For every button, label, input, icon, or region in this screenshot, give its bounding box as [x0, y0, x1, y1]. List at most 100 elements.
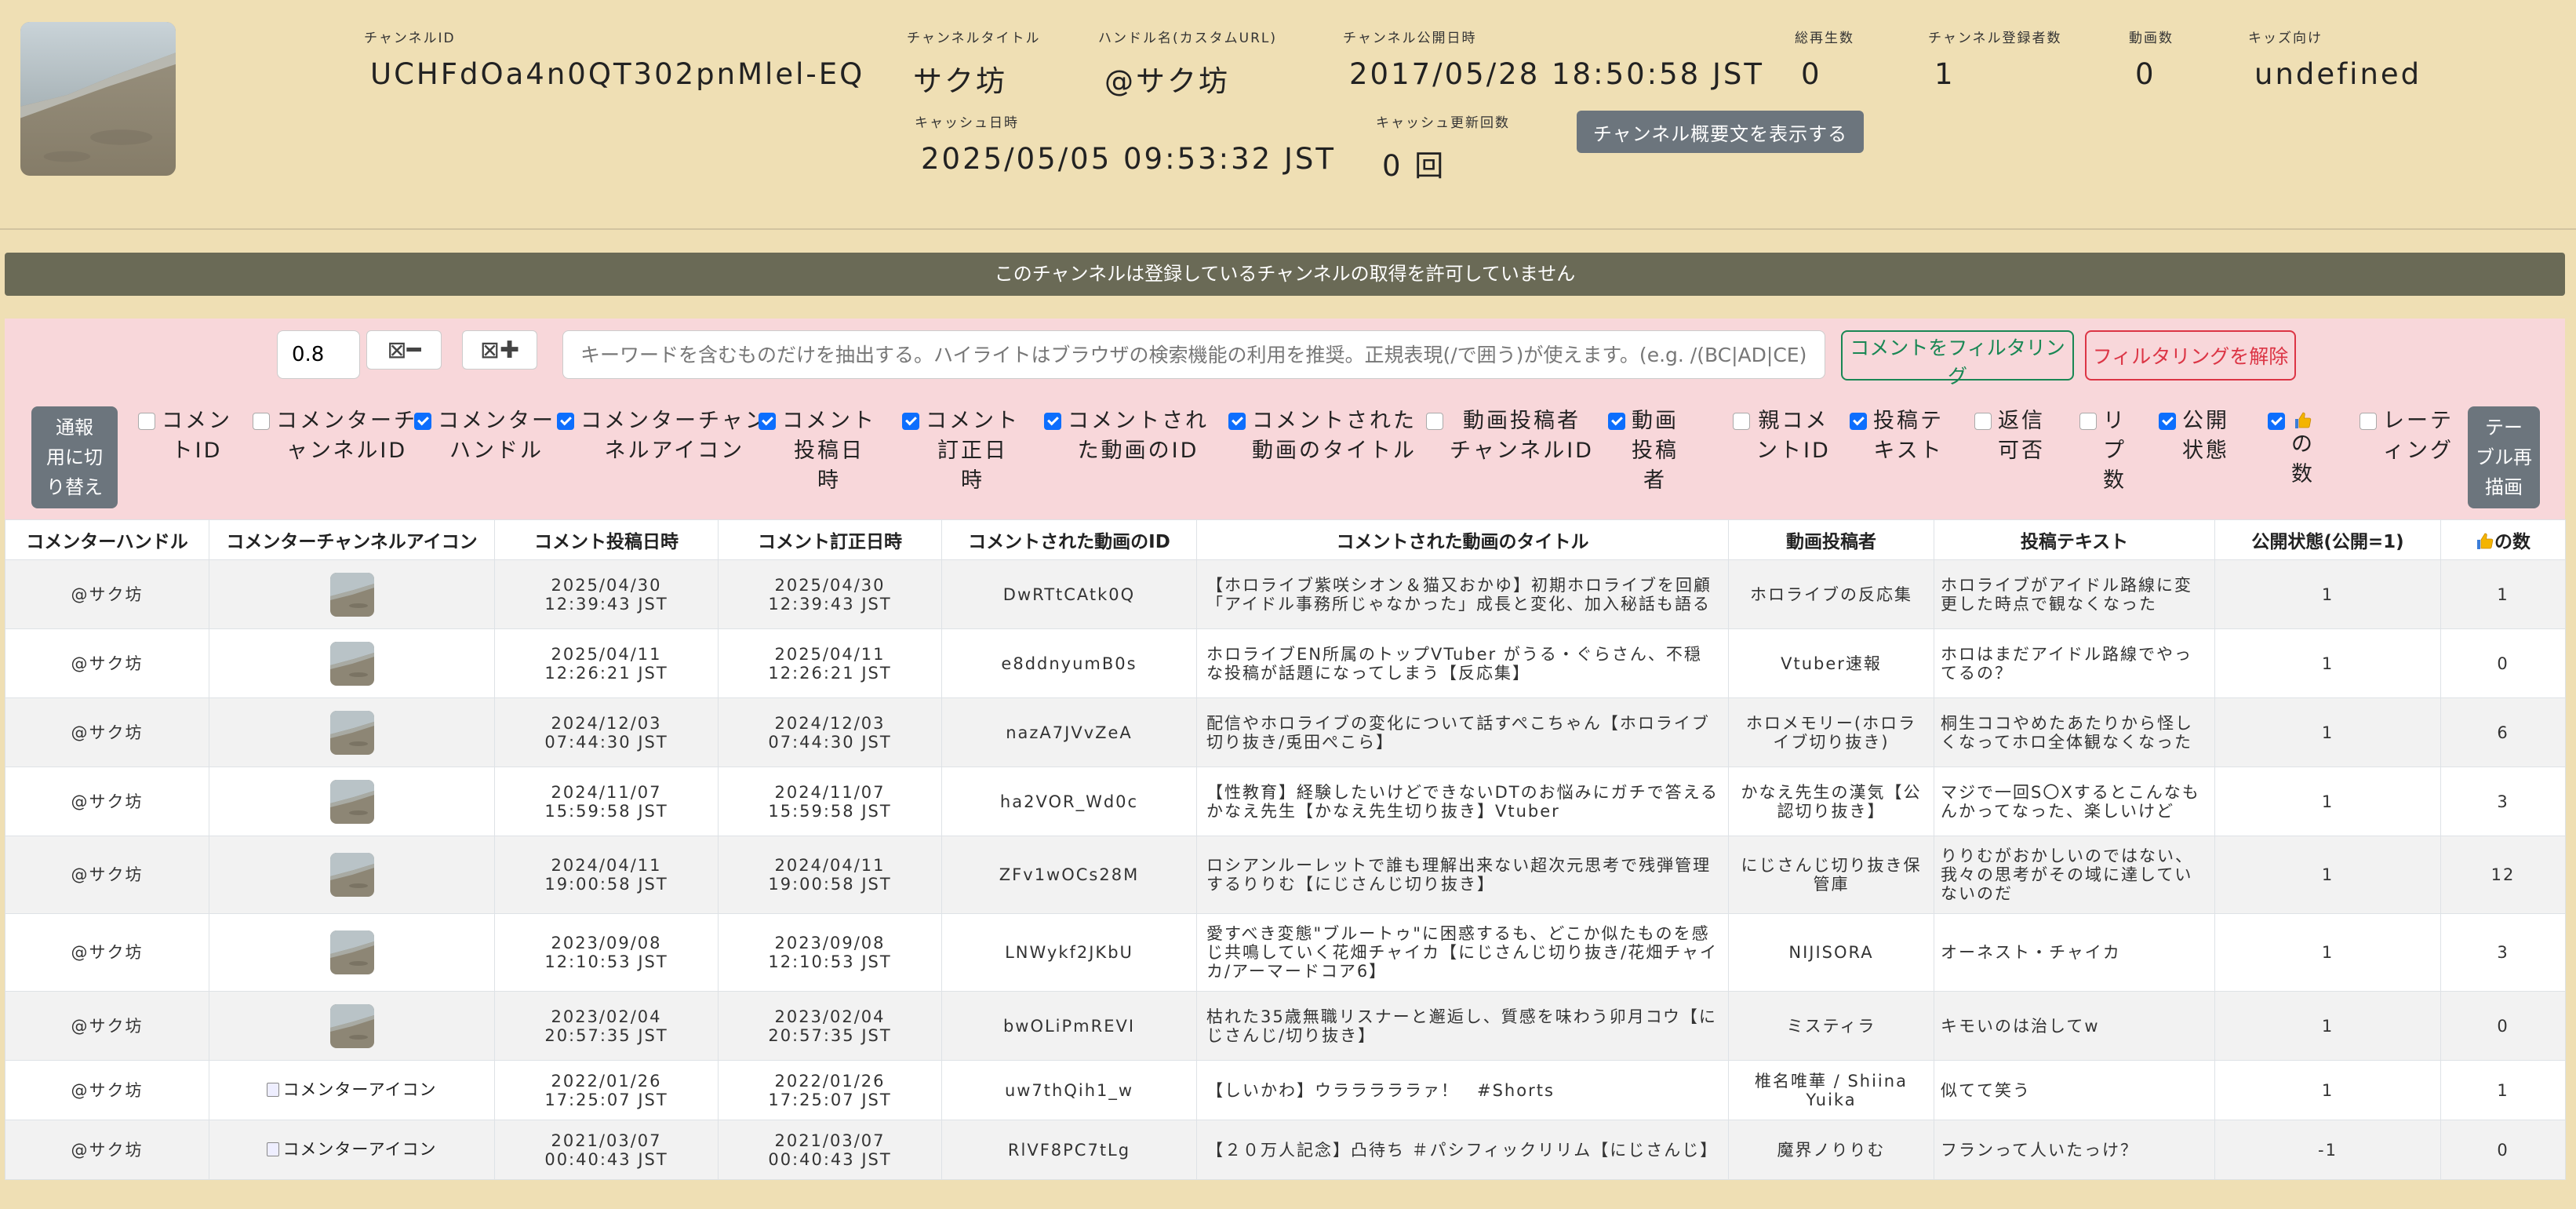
- cell-video-id-text: ha2VOR_Wd0c: [999, 792, 1139, 811]
- column-toggle-checkbox[interactable]: [1974, 413, 1992, 430]
- cell-video-title-text: 【しいかわ】ウラララララァ！ #Shorts: [1206, 1080, 1555, 1100]
- column-toggle-6[interactable]: コメントされ た動画のID: [1044, 406, 1209, 466]
- column-toggle-checkbox[interactable]: [138, 413, 155, 430]
- column-toggle-checkbox[interactable]: [1044, 413, 1061, 430]
- cell-likes: 6: [2440, 697, 2566, 767]
- column-toggle-8[interactable]: 動画投稿者 チャンネルID: [1426, 406, 1594, 466]
- column-toggle-likes-wrap: の 数: [2291, 406, 2315, 490]
- permission-notice: このチャンネルは登録しているチャンネルの取得を許可していません: [5, 253, 2565, 296]
- cell-edited: 2024/04/11 19:00:58 JST: [718, 836, 942, 914]
- zoom-out-button[interactable]: ⊠━: [366, 330, 442, 370]
- cell-text-text: キモいのは治してw: [1941, 1016, 2100, 1036]
- column-toggle-checkbox[interactable]: [1850, 413, 1867, 430]
- cell-video-id: uw7thQih1_w: [941, 1060, 1197, 1120]
- col-header-icon[interactable]: コメンターチャンネルアイコン: [209, 519, 495, 560]
- column-toggle-checkbox[interactable]: [1608, 413, 1625, 430]
- column-toggle-checkbox[interactable]: [902, 413, 919, 430]
- keyword-filter-input[interactable]: [562, 330, 1825, 379]
- report-mode-toggle-button[interactable]: 通報 用に切 り替え: [31, 406, 118, 508]
- cell-text: 桐生ココやめたあたりから怪しくなってホロ全体観なくなった: [1934, 697, 2215, 767]
- column-toggle-checkbox[interactable]: [253, 413, 270, 430]
- cell-likes: 0: [2440, 1120, 2566, 1180]
- column-toggle-3[interactable]: コメンターチャン ネルアイコン: [557, 406, 769, 466]
- cell-text: フランって人いたっけ？: [1934, 1120, 2215, 1180]
- cell-posted-text: 2023/02/04 20:57:35 JST: [544, 1007, 668, 1045]
- column-toggle-13[interactable]: リ プ 数: [2079, 406, 2127, 496]
- apply-filter-button[interactable]: コメントをフィルタリング: [1841, 330, 2074, 388]
- show-description-button[interactable]: チャンネル概要文を表示する: [1577, 111, 1864, 153]
- column-toggle-4[interactable]: コメント 投稿日 時: [759, 406, 876, 496]
- cell-edited-text: 2024/11/07 15:59:58 JST: [768, 782, 892, 821]
- column-toggle-9[interactable]: 動画 投稿 者: [1608, 406, 1679, 496]
- column-toggle-checkbox[interactable]: [2268, 413, 2285, 430]
- cell-uploader: Vtuber速報: [1728, 628, 1934, 698]
- column-toggle-1[interactable]: コメンターチ ャンネルID: [253, 406, 417, 466]
- cell-posted: 2025/04/30 12:39:43 JST: [494, 559, 719, 629]
- cell-text-text: ホロライブがアイドル路線に変更した時点で観なくなった: [1941, 575, 2192, 614]
- cell-likes-text: 0: [2497, 1016, 2509, 1036]
- cell-likes-text: 6: [2497, 723, 2509, 742]
- col-header-uploader[interactable]: 動画投稿者: [1728, 519, 1934, 560]
- column-toggle-2[interactable]: コメンター ハンドル: [414, 406, 555, 466]
- col-header-edited[interactable]: コメント訂正日時: [718, 519, 942, 560]
- cell-edited: 2023/02/04 20:57:35 JST: [718, 991, 942, 1061]
- col-header-likes[interactable]: の数: [2440, 519, 2566, 560]
- cell-edited-text: 2025/04/11 12:26:21 JST: [768, 644, 892, 683]
- table-row: @サク坊 2023/02/04 20:57:35 JST 2023/02/04 20…: [5, 991, 2566, 1061]
- cell-posted-text: 2024/11/07 15:59:58 JST: [544, 782, 668, 821]
- column-toggle-7[interactable]: コメントされた 動画のタイトル: [1228, 406, 1417, 466]
- column-toggle-15[interactable]: の 数: [2268, 406, 2315, 490]
- col-header-text[interactable]: 投稿テキスト: [1934, 519, 2215, 560]
- col-header-video-id[interactable]: コメントされた動画のID: [941, 519, 1197, 560]
- cell-video-title: 配信やホロライブの変化について話すぺこちゃん【ホロライブ切り抜き/兎田ぺこら】: [1196, 697, 1729, 767]
- column-toggle-checkbox[interactable]: [557, 413, 574, 430]
- col-header-handle[interactable]: コメンターハンドル: [5, 519, 209, 560]
- column-toggle-12[interactable]: 返信 可否: [1974, 406, 2045, 466]
- cell-video-id: RlVF8PC7tLg: [941, 1120, 1197, 1180]
- column-toggle-checkbox[interactable]: [1426, 413, 1443, 430]
- column-toggle-11[interactable]: 投稿テ キスト: [1850, 406, 1944, 466]
- commenter-avatar: [329, 853, 374, 897]
- cell-edited-text: 2023/09/08 12:10:53 JST: [768, 934, 892, 971]
- cell-icon: [209, 767, 495, 836]
- cell-text-text: りりむがおかしいのではない、我々の思考がその域に達していないのだ: [1941, 847, 2193, 903]
- column-toggle-checkbox[interactable]: [2360, 413, 2377, 430]
- broken-image-icon: [267, 1142, 280, 1156]
- cell-public-text: 1: [2321, 584, 2334, 604]
- column-toggle-10[interactable]: 親コメ ントID: [1733, 406, 1831, 466]
- for-kids-value: undefined: [2254, 57, 2422, 91]
- cell-video-title: ロシアンルーレットで誰も理解出来ない超次元思考で残弾管理するりりむ【にじさんじ切…: [1196, 836, 1729, 914]
- published-field: チャンネル公開日時 2017/05/28 18:50:58 JST: [1343, 27, 1764, 91]
- cell-uploader: 椎名唯華 / Shiina Yuika: [1728, 1060, 1934, 1120]
- column-toggle-checkbox[interactable]: [2079, 413, 2097, 430]
- clear-filter-button[interactable]: フィルタリングを解除: [2085, 330, 2296, 381]
- cell-handle: @サク坊: [5, 1060, 209, 1120]
- column-toggle-checkbox[interactable]: [759, 413, 776, 430]
- redraw-table-label: テー ブル再 描画: [2476, 417, 2532, 498]
- table-row: @サク坊 2025/04/30 12:39:43 JST 2025/04/30 12…: [5, 559, 2566, 629]
- column-toggle-label: 親コメ ントID: [1756, 409, 1831, 463]
- cell-video-title-text: 枯れた35歳無職リスナーと邂逅し、質感を味わう卯月コウ【にじさんじ/切り抜き】: [1206, 1007, 1717, 1045]
- column-toggle-checkbox[interactable]: [414, 413, 431, 430]
- col-header-public[interactable]: 公開状態(公開=1): [2214, 519, 2441, 560]
- column-toggle-checkbox[interactable]: [1228, 413, 1246, 430]
- zoom-in-button[interactable]: ⊠✚: [462, 330, 537, 370]
- cell-icon: [209, 559, 495, 629]
- cell-handle: @サク坊: [5, 767, 209, 836]
- column-toggle-5[interactable]: コメント 訂正日 時: [902, 406, 1020, 496]
- total-views-field: 総再生数 0: [1795, 27, 1854, 91]
- column-toggle-14[interactable]: 公開 状態: [2159, 406, 2229, 466]
- subscribers-field: チャンネル登録者数 1: [1928, 27, 2062, 91]
- table-row: @サク坊 2023/09/08 12:10:53 JST 2023/09/08 12…: [5, 913, 2566, 992]
- cell-public: 1: [2214, 628, 2441, 698]
- column-toggle-checkbox[interactable]: [2159, 413, 2176, 430]
- redraw-table-button[interactable]: テー ブル再 描画: [2468, 406, 2540, 508]
- column-toggle-16[interactable]: レーテ ィング: [2360, 406, 2454, 466]
- col-header-video-title[interactable]: コメントされた動画のタイトル: [1196, 519, 1729, 560]
- zoom-input[interactable]: [277, 330, 360, 379]
- column-toggle-checkbox[interactable]: [1733, 413, 1750, 430]
- cell-posted-text: 2024/04/11 19:00:58 JST: [544, 856, 668, 894]
- cell-posted-text: 2025/04/30 12:39:43 JST: [544, 575, 668, 614]
- column-toggle-0[interactable]: コメン トID: [138, 406, 232, 466]
- col-header-posted[interactable]: コメント投稿日時: [494, 519, 719, 560]
